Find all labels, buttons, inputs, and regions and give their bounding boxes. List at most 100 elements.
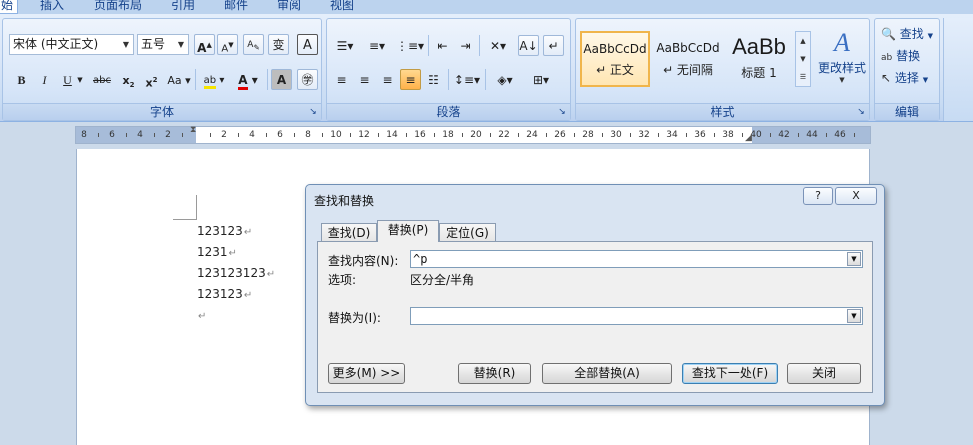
indent-marker-icon[interactable]: ⧗	[190, 125, 196, 135]
grow-font-icon[interactable]: A▲	[194, 34, 215, 55]
font-name-combo[interactable]: 宋体 (中文正文) ▼	[9, 34, 134, 55]
borders-icon[interactable]: ⊞▾	[525, 69, 557, 90]
dialog-close-button[interactable]: X	[835, 187, 877, 205]
close-button[interactable]: 关闭	[787, 363, 861, 384]
strikethrough-icon[interactable]: abc	[89, 69, 115, 90]
horizontal-ruler[interactable]: 8642 2 4 6 8 10 12 14 16 18 20 22 24 26 28 30 32 34 36 38 4…	[75, 125, 871, 144]
superscript-icon[interactable]: x2	[141, 69, 162, 90]
clear-formatting-icon[interactable]: A✎	[243, 34, 264, 55]
character-border-icon[interactable]: A	[297, 34, 318, 55]
font-size-combo[interactable]: 五号 ▼	[137, 34, 189, 55]
style-no-spacing[interactable]: AaBbCcDd ↵ 无间隔	[653, 31, 723, 87]
replace-with-input[interactable]: ▼	[410, 307, 863, 325]
justify-icon[interactable]: ≡	[400, 69, 421, 90]
dialog-launcher-icon[interactable]: ↘	[855, 106, 867, 118]
style-normal[interactable]: AaBbCcDd ↵ 正文	[580, 31, 650, 87]
ruler-tick	[462, 133, 463, 137]
enclose-characters-icon[interactable]: ㊫	[297, 69, 318, 90]
help-button[interactable]: ?	[803, 187, 833, 205]
decrease-indent-icon[interactable]: ⇤	[432, 35, 453, 56]
chevron-down-icon[interactable]: ▼	[75, 69, 85, 90]
change-case-icon[interactable]: Aa ▾	[165, 69, 193, 90]
ruler-tick	[378, 133, 379, 137]
tab-replace[interactable]: 替换(P)	[377, 220, 439, 242]
ruler-tick	[182, 133, 183, 137]
document-line[interactable]: 123123↵	[197, 224, 252, 238]
subscript-icon[interactable]: x2	[118, 69, 139, 90]
replace-button[interactable]: 替换(R)	[458, 363, 531, 384]
ruler-tick	[126, 133, 127, 137]
replace-icon: ab	[881, 53, 893, 63]
line-text: 123123	[197, 224, 243, 238]
find-what-input[interactable]: ^p ▼	[410, 250, 863, 268]
ruler-tick	[294, 133, 295, 137]
chevron-down-icon[interactable]: ▼	[174, 35, 188, 54]
bold-icon[interactable]: B	[11, 69, 32, 90]
style-heading-1[interactable]: AaBb 标题 1	[726, 31, 792, 87]
align-left-icon[interactable]: ≡	[331, 69, 352, 90]
paragraph-mark-icon: ↵	[266, 269, 276, 280]
more-button[interactable]: 更多(M) >>	[328, 363, 405, 384]
chevron-down-icon[interactable]: ▼	[119, 35, 133, 54]
replace-label: 替换	[896, 49, 921, 63]
chevron-down-icon[interactable]: ▼	[847, 309, 861, 323]
shrink-font-icon[interactable]: A▼	[217, 34, 238, 55]
highlight-color-icon[interactable]: ab ▾	[199, 69, 229, 90]
line-spacing-icon[interactable]: ↕≡▾	[452, 69, 482, 90]
change-styles-button[interactable]: A 更改样式 ▼	[814, 27, 870, 84]
font-color-icon[interactable]: A ▾	[233, 69, 263, 90]
ruler-label: 10	[330, 130, 342, 140]
find-next-button[interactable]: 查找下一处(F)	[682, 363, 778, 384]
paragraph-group-title: 段落	[327, 103, 570, 120]
character-shading-icon[interactable]: A	[271, 69, 292, 90]
style-gallery-scroll[interactable]: ▲ ▼ ☰	[795, 31, 811, 87]
tab-find[interactable]: 查找(D)	[321, 223, 377, 242]
right-indent-marker-icon[interactable]: ◢	[745, 133, 752, 143]
style-sample: AaBbCcDd	[583, 42, 647, 56]
chinese-layout-icon[interactable]: ✕▾	[483, 35, 513, 56]
style-name: ↵ 正文	[596, 63, 634, 77]
replace-button[interactable]: ab 替换	[881, 47, 920, 64]
find-button[interactable]: 🔍 查找 ▼	[881, 25, 933, 42]
shading-icon[interactable]: ◈▾	[489, 69, 521, 90]
document-line[interactable]: 123123123↵	[197, 266, 275, 280]
sort-icon[interactable]: A↓	[518, 35, 539, 56]
tab-view[interactable]: 视图	[330, 0, 354, 13]
increase-indent-icon[interactable]: ⇥	[455, 35, 476, 56]
document-line[interactable]: 1231↵	[197, 245, 237, 259]
select-label: 选择	[894, 71, 919, 85]
show-paragraph-marks-icon[interactable]: ↵	[543, 35, 564, 56]
phonetic-guide-icon[interactable]: 变	[268, 34, 289, 55]
ruler-tick	[854, 133, 855, 137]
select-button[interactable]: ↖ 选择 ▼	[881, 69, 928, 86]
multilevel-list-icon[interactable]: ⋮≡▾	[395, 35, 425, 56]
ruler-tick	[154, 133, 155, 137]
ruler-tick	[826, 133, 827, 137]
tab-review[interactable]: 审阅	[277, 0, 301, 13]
document-line[interactable]: 123123↵	[197, 287, 252, 301]
tab-home[interactable]: 始	[0, 0, 19, 14]
chevron-down-icon: ▼	[922, 76, 929, 84]
document-line[interactable]: ↵	[197, 308, 206, 322]
replace-all-button[interactable]: 全部替换(A)	[542, 363, 672, 384]
tab-references[interactable]: 引用	[171, 0, 195, 13]
align-right-icon[interactable]: ≡	[377, 69, 398, 90]
dialog-launcher-icon[interactable]: ↘	[307, 106, 319, 118]
editing-group: 🔍 查找 ▼ ab 替换 ↖ 选择 ▼ 编辑	[874, 18, 940, 121]
find-label: 查找	[899, 27, 924, 41]
tab-insert[interactable]: 插入	[40, 0, 64, 13]
distributed-icon[interactable]: ☷	[423, 69, 444, 90]
tab-page-layout[interactable]: 页面布局	[94, 0, 142, 13]
numbering-icon[interactable]: ≡▾	[363, 35, 391, 56]
dialog-launcher-icon[interactable]: ↘	[556, 106, 568, 118]
ruler-label: 32	[638, 130, 650, 140]
tab-mailings[interactable]: 邮件	[224, 0, 248, 13]
italic-icon[interactable]: I	[34, 69, 55, 90]
bullets-icon[interactable]: ☰▾	[331, 35, 359, 56]
ruler-label: 22	[498, 130, 510, 140]
tab-goto[interactable]: 定位(G)	[439, 223, 496, 242]
binoculars-icon: 🔍	[881, 27, 896, 41]
align-center-icon[interactable]: ≡	[354, 69, 375, 90]
ribbon-tab-strip: 始 插入 页面布局 引用 邮件 审阅 视图	[0, 0, 973, 14]
chevron-down-icon[interactable]: ▼	[847, 252, 861, 266]
